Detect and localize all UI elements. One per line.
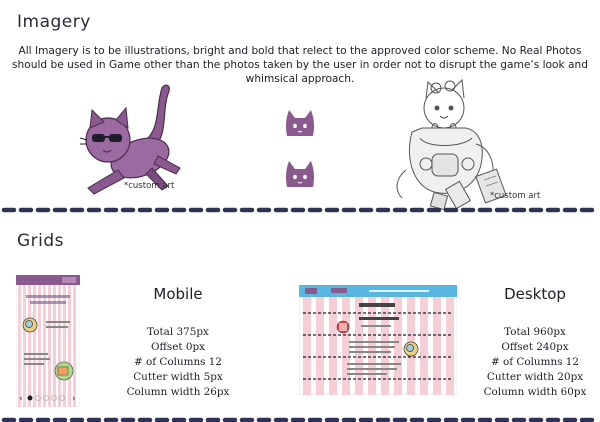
- mobile-spec-offset: Offset 0px: [151, 341, 205, 353]
- desktop-spec-total: Total 960px: [504, 326, 566, 338]
- cat-head-icon: [283, 106, 317, 140]
- desktop-specs: Total 960px Offset 240px # of Columns 12…: [465, 325, 600, 400]
- mobile-spec-column-width: Column width 26px: [126, 386, 230, 398]
- desktop-spec-column-width: Column width 60px: [483, 386, 587, 398]
- cat-head-icon: [283, 157, 317, 191]
- svg-text:›: ›: [72, 394, 76, 404]
- grids-heading: Grids: [17, 231, 65, 251]
- desktop-spec-cutter: Cutter width 20px: [486, 371, 584, 383]
- imagery-heading: Imagery: [17, 12, 91, 32]
- section-divider: [0, 414, 600, 422]
- section-divider: [0, 205, 600, 215]
- purple-cat-illustration: [68, 78, 188, 198]
- mobile-spec-columns: # of Columns 12: [133, 356, 223, 368]
- desktop-spec-columns: # of Columns 12: [490, 356, 580, 368]
- mobile-spec-cutter: Cutter width 5px: [133, 371, 223, 383]
- mobile-specs: Total 375px Offset 0px # of Columns 12 C…: [108, 325, 248, 400]
- svg-text:‹: ‹: [19, 394, 23, 404]
- desktop-spec-offset: Offset 240px: [501, 341, 569, 353]
- custom-art-caption-left: *custom art: [124, 181, 175, 191]
- desktop-grid-mockup: [299, 285, 457, 395]
- desktop-title: Desktop: [504, 285, 566, 303]
- mobile-spec-total: Total 375px: [147, 326, 209, 338]
- custom-art-caption-right: *custom art: [490, 191, 541, 201]
- mobile-grid-mockup: ‹ ›: [16, 275, 80, 407]
- mobile-title: Mobile: [153, 285, 203, 303]
